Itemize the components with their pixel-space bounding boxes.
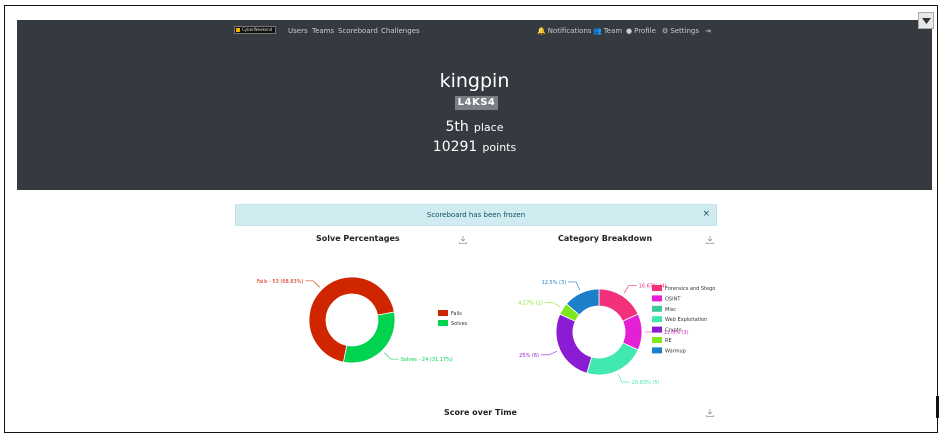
solve-percentages-chart: Fails - 53 (68.83%) Solves - 24 (31.17%) F… <box>257 276 468 364</box>
label-line <box>305 280 320 288</box>
site-logo[interactable]: CyberWeekend <box>234 26 276 34</box>
alert-message: Scoreboard has been frozen <box>426 211 526 219</box>
nav-link-teams[interactable]: Teams <box>312 27 334 35</box>
legend-label[interactable]: Web Exploitation <box>665 317 707 323</box>
legend-swatch <box>652 337 662 343</box>
points-label: points <box>482 141 517 154</box>
label-line <box>623 285 637 294</box>
nav-link-scoreboard[interactable]: Scoreboard <box>338 27 378 35</box>
legend-swatch <box>652 295 662 302</box>
cursor-marker <box>936 396 939 418</box>
navbar: CyberWeekend Users Teams Scoreboard Chal… <box>17 20 932 42</box>
nav-team[interactable]: 👥 Team <box>593 27 622 35</box>
sign-out-icon: ⇥ <box>705 27 711 35</box>
nav-profile[interactable]: ● Profile <box>626 27 656 35</box>
team-badge[interactable]: L4KS4 <box>455 96 498 110</box>
nav-logout[interactable]: ⇥ <box>705 27 713 35</box>
download-icon[interactable] <box>706 236 714 244</box>
score-chart-title: Score over Time <box>444 408 517 417</box>
legend-label[interactable]: OSINT <box>665 296 681 302</box>
nav-settings-label: Settings <box>670 27 699 35</box>
legend-label[interactable]: Forensics and Stego <box>665 286 715 292</box>
legend-label[interactable]: Solves <box>451 321 468 327</box>
label-line <box>544 301 561 308</box>
data-label: 25% (6) <box>519 353 539 359</box>
label-line <box>384 352 399 360</box>
solve-chart-title: Solve Percentages <box>316 234 400 243</box>
legend-swatch <box>652 326 662 333</box>
points-line: 10291 points <box>17 136 932 155</box>
gears-icon: ⚙ <box>662 27 669 35</box>
dropdown-toggle-button[interactable] <box>918 12 934 29</box>
triangle-down-icon <box>922 18 931 24</box>
user-circle-icon: ● <box>626 27 633 35</box>
label-line <box>568 281 581 291</box>
bell-icon: 🔔 <box>537 27 546 35</box>
alert-close-button[interactable]: × <box>702 209 710 219</box>
data-label: Fails - 53 (68.83%) <box>257 279 304 285</box>
legend-swatch <box>652 285 662 291</box>
users-icon: 👥 <box>593 27 602 35</box>
nav-notifications[interactable]: 🔔 Notifications <box>537 27 592 35</box>
nav-team-label: Team <box>603 27 623 35</box>
label-line <box>540 350 558 356</box>
slice-forensics-and-stego[interactable] <box>598 288 639 322</box>
logo-mark <box>236 28 240 32</box>
legend-label[interactable]: Warmup <box>665 348 686 354</box>
nav-link-users[interactable]: Users <box>288 27 308 35</box>
legend-swatch <box>652 347 662 354</box>
nav-settings[interactable]: ⚙ Settings <box>662 27 699 35</box>
slice-web-exploitation[interactable] <box>586 342 639 376</box>
legend-swatch <box>652 316 662 323</box>
legend-swatch <box>652 305 662 312</box>
legend-label[interactable]: Crypto <box>665 328 682 334</box>
user-name: kingpin <box>439 70 510 92</box>
label-line <box>617 373 630 383</box>
nav-notifications-label: Notifications <box>547 27 592 35</box>
place-line: 5th place <box>17 116 932 135</box>
points-value: 10291 <box>432 139 478 155</box>
data-label: 20.83% (5) <box>632 380 660 386</box>
category-chart-title: Category Breakdown <box>558 234 653 243</box>
profile-header: CyberWeekend Users Teams Scoreboard Chal… <box>17 20 932 190</box>
category-breakdown-chart: 16.67% (4)12.5% (3)20.83% (5)25% (6)4.17… <box>518 280 715 386</box>
slice-crypto[interactable] <box>555 313 593 374</box>
legend-label[interactable]: Fails <box>451 311 462 317</box>
nav-link-challenges[interactable]: Challenges <box>381 27 420 35</box>
legend-label[interactable]: Misc <box>665 307 676 313</box>
data-label: Solves - 24 (31.17%) <box>401 357 453 363</box>
legend-swatch <box>438 310 448 316</box>
logo-text: CyberWeekend <box>242 27 273 32</box>
download-icon[interactable] <box>706 409 714 417</box>
data-label: 4.17% (1) <box>518 300 543 306</box>
legend-swatch <box>438 320 448 326</box>
data-label: 12.5% (3) <box>542 280 567 286</box>
place-label: place <box>473 121 504 134</box>
legend-label[interactable]: RE <box>665 338 672 344</box>
nav-profile-label: Profile <box>634 27 656 35</box>
download-icon[interactable] <box>459 236 467 244</box>
place-value: 5th <box>445 119 469 135</box>
frozen-alert: Scoreboard has been frozen × <box>235 204 717 226</box>
